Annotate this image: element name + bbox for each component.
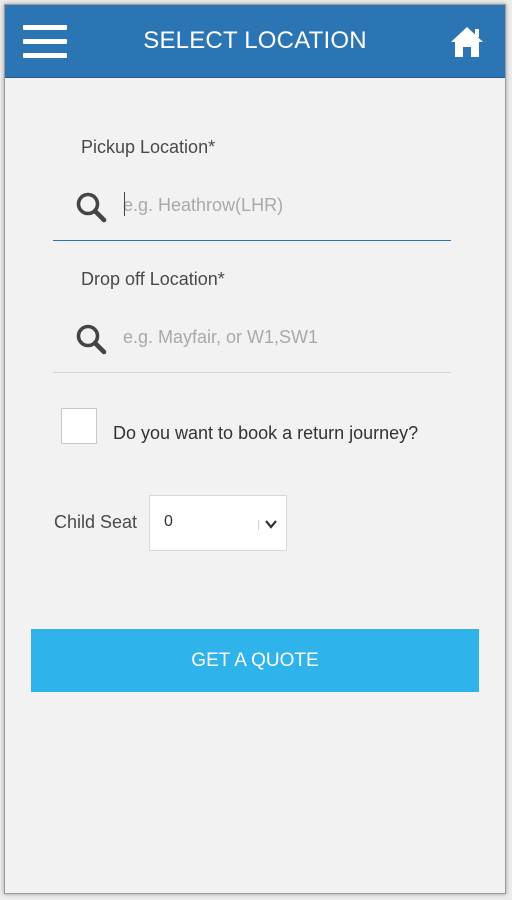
home-icon[interactable]	[449, 25, 485, 59]
select-separator	[258, 520, 259, 530]
dropoff-location-label: Drop off Location*	[81, 269, 225, 289]
pickup-location-field[interactable]	[53, 173, 451, 237]
app-screen: SELECT LOCATION Pickup Location* Drop of…	[4, 4, 506, 894]
return-journey-label: Do you want to book a return journey?	[113, 423, 419, 443]
search-icon	[76, 324, 107, 355]
return-journey-checkbox[interactable]	[61, 408, 97, 444]
child-seat-value: 0	[164, 513, 173, 530]
child-seat-select[interactable]: 0	[149, 495, 287, 551]
chevron-down-icon	[265, 520, 277, 529]
dropoff-location-field[interactable]	[53, 305, 451, 369]
pickup-location-label: Pickup Location*	[81, 137, 216, 157]
get-quote-button[interactable]: GET A QUOTE	[31, 629, 479, 692]
child-seat-label: Child Seat	[54, 512, 138, 532]
pickup-location-input[interactable]	[123, 189, 423, 221]
page-title: SELECT LOCATION	[143, 27, 367, 54]
text-cursor	[124, 192, 125, 216]
dropoff-location-input[interactable]	[123, 321, 423, 353]
top-bar: SELECT LOCATION	[5, 5, 505, 78]
pickup-underline	[53, 240, 451, 241]
dropoff-underline	[53, 372, 451, 373]
search-icon	[76, 192, 107, 223]
